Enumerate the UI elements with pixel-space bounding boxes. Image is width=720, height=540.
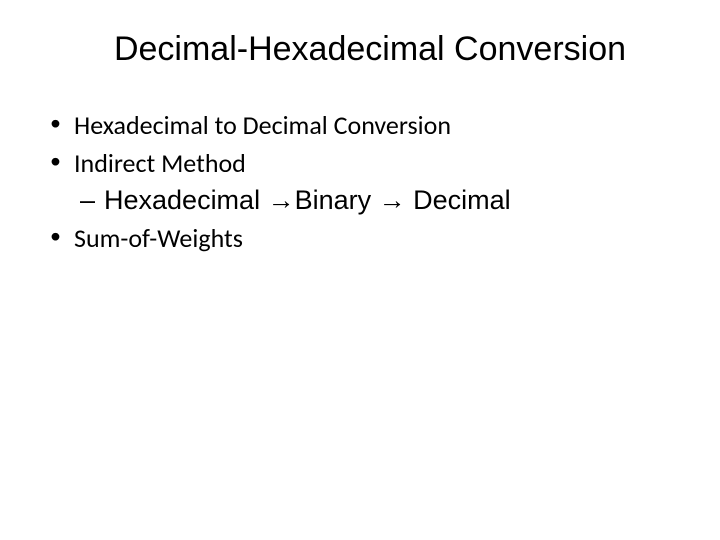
sub-bullet-item: Hexadecimal →Binary → Decimal [50,185,680,216]
bullet-item: Sum-of-Weights [50,222,680,254]
bullet-item: Indirect Method [50,147,680,179]
slide-title: Decimal-Hexadecimal Conversion [60,30,680,69]
bullet-item: Hexadecimal to Decimal Conversion [50,109,680,141]
bullet-list: Hexadecimal to Decimal Conversion Indire… [40,109,680,254]
